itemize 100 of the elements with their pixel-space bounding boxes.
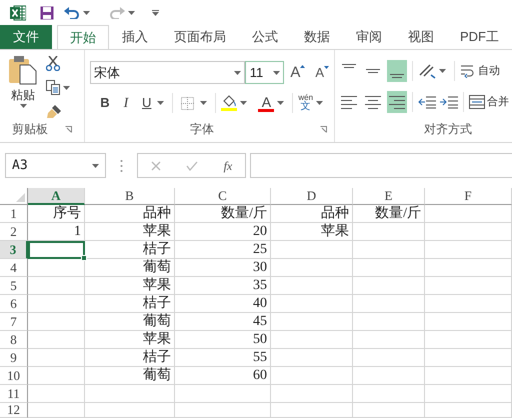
table-cell <box>28 403 85 418</box>
vertical-dots-icon[interactable] <box>120 158 123 172</box>
paste-label[interactable]: 粘贴 <box>11 86 35 104</box>
table-cell: 桔子 <box>85 295 175 313</box>
row-header[interactable]: 8 <box>0 331 28 349</box>
customize-toolbar-icon[interactable] <box>152 10 159 16</box>
bold-button[interactable]: B <box>95 93 115 113</box>
checkmark-icon[interactable] <box>186 160 198 170</box>
row-header[interactable]: 10 <box>0 367 28 385</box>
table-cell <box>353 277 425 295</box>
copy-icon[interactable] <box>46 80 60 95</box>
merge-label[interactable]: 合并 <box>487 94 509 110</box>
row-header[interactable]: 6 <box>0 295 28 313</box>
grow-font-button[interactable]: A <box>290 65 306 80</box>
table-cell: 55 <box>175 349 271 367</box>
name-box[interactable]: A3 <box>5 153 106 178</box>
caret-icon[interactable] <box>128 10 135 14</box>
group-label: 剪贴板 <box>12 121 48 138</box>
phonetic-guide-button[interactable]: wén 文 <box>298 94 314 112</box>
paint-bucket-icon[interactable] <box>221 95 238 111</box>
ribbon-tab[interactable]: 视图 <box>395 25 447 49</box>
table-cell <box>28 313 85 331</box>
ribbon-tab[interactable]: 数据 <box>291 25 343 49</box>
row-header[interactable]: 12 <box>0 403 28 418</box>
underline-button[interactable]: U <box>139 93 154 113</box>
column-header[interactable]: E <box>353 188 425 205</box>
borders-icon[interactable] <box>181 96 194 110</box>
table-cell <box>353 349 425 367</box>
ribbon-tab[interactable]: 页面布局 <box>161 25 239 49</box>
caret-icon[interactable] <box>316 101 324 105</box>
table-cell <box>353 403 425 418</box>
decrease-indent-icon[interactable] <box>418 95 436 109</box>
caret-icon[interactable] <box>157 101 164 105</box>
ribbon-tab[interactable]: PDF工 <box>447 25 512 49</box>
merge-cells-icon[interactable] <box>469 95 485 109</box>
row-header[interactable]: 3 <box>0 241 28 259</box>
column-header[interactable]: C <box>175 188 271 205</box>
insert-function-button[interactable]: fx <box>224 156 232 174</box>
font-size-dropdown[interactable]: 11 <box>244 61 284 84</box>
caret-icon[interactable] <box>240 101 248 105</box>
row-header[interactable]: 4 <box>0 259 28 277</box>
ribbon-tab[interactable]: 插入 <box>109 25 161 49</box>
wrap-text-icon[interactable] <box>460 64 476 78</box>
row-header[interactable]: 1 <box>0 205 28 223</box>
caret-icon[interactable] <box>200 101 208 105</box>
table-cell: 桔子 <box>85 349 175 367</box>
caret-icon[interactable] <box>63 86 70 90</box>
italic-button[interactable]: I <box>115 92 137 114</box>
active-cell[interactable] <box>28 241 85 259</box>
undo-icon[interactable] <box>64 6 80 18</box>
table-cell: 苹果 <box>85 277 175 295</box>
table-cell <box>353 331 425 349</box>
align-lines-icon <box>389 96 405 108</box>
caret-icon[interactable] <box>277 101 284 105</box>
ribbon-tab[interactable]: 审阅 <box>343 25 395 49</box>
table-cell: 桔子 <box>85 241 175 259</box>
triangle-up-icon[interactable] <box>300 65 306 68</box>
spreadsheet-logo-icon[interactable] <box>10 4 26 20</box>
wrap-text-label[interactable]: 自动 <box>478 62 500 80</box>
row-header[interactable]: 5 <box>0 277 28 295</box>
column-header[interactable]: D <box>271 188 353 205</box>
text-orientation-icon[interactable] <box>418 63 436 79</box>
increase-indent-icon[interactable] <box>440 95 458 109</box>
align-bottom-button[interactable] <box>387 60 407 82</box>
font-name-dropdown[interactable]: 宋体 <box>90 61 245 84</box>
ribbon-tab[interactable]: 文件 <box>0 25 52 49</box>
caret-icon[interactable] <box>83 10 90 14</box>
format-painter-brush-icon[interactable] <box>46 104 62 119</box>
caret-icon[interactable] <box>20 104 26 108</box>
align-lines-icon <box>366 69 380 73</box>
table-cell <box>28 259 85 277</box>
triangle-down-icon[interactable] <box>324 66 329 69</box>
formula-input-field[interactable] <box>250 153 512 178</box>
table-cell <box>353 313 425 331</box>
column-header[interactable]: A <box>28 188 85 205</box>
fill-handle[interactable] <box>81 255 87 261</box>
row-header[interactable]: 9 <box>0 349 28 367</box>
color-bar-icon[interactable] <box>258 108 274 112</box>
shrink-font-button[interactable]: A <box>315 66 329 79</box>
align-right-button[interactable] <box>387 91 407 113</box>
row-header[interactable]: 7 <box>0 313 28 331</box>
ribbon-tab[interactable]: 公式 <box>239 25 291 49</box>
row-header[interactable]: 11 <box>0 385 28 403</box>
align-lines-icon <box>342 64 356 68</box>
paste-clipboard-icon[interactable] <box>8 55 38 85</box>
dialog-launcher-icon[interactable] <box>320 126 327 132</box>
ribbon-tab[interactable]: 开始 <box>57 25 109 49</box>
column-header[interactable]: B <box>85 188 175 205</box>
font-color-button[interactable]: A <box>258 94 274 112</box>
caret-icon[interactable] <box>92 164 99 168</box>
table-cell <box>353 295 425 313</box>
caret-icon[interactable] <box>439 69 446 73</box>
group-label: 对齐方式 <box>424 121 472 138</box>
table-cell <box>28 367 85 385</box>
caret-icon[interactable] <box>273 70 280 74</box>
save-icon[interactable] <box>40 6 54 20</box>
dialog-launcher-icon[interactable] <box>65 126 72 132</box>
caret-icon[interactable] <box>234 70 241 74</box>
scissors-icon[interactable] <box>46 56 60 71</box>
column-header[interactable]: F <box>425 188 512 205</box>
